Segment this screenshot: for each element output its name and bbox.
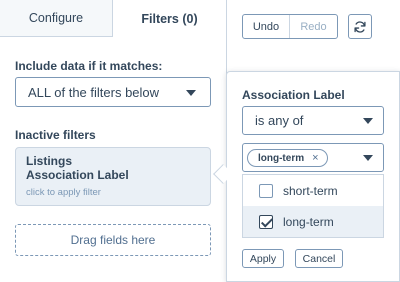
apply-button[interactable]: Apply <box>242 249 284 268</box>
values-select[interactable]: long-term × <box>242 143 384 172</box>
tab-configure[interactable]: Configure <box>0 0 113 37</box>
popover-title: Association Label <box>242 88 345 102</box>
refresh-button[interactable] <box>348 14 372 39</box>
inactive-filter-card[interactable]: Listings Association Label click to appl… <box>15 147 211 206</box>
values-dropdown: short-term long-term <box>242 174 384 238</box>
panel-tabs: Configure Filters (0) <box>0 0 226 37</box>
caret-down-icon <box>363 155 373 161</box>
option-label: short-term <box>283 183 338 198</box>
checkbox-unchecked[interactable] <box>259 183 273 198</box>
caret-down-icon <box>363 118 373 124</box>
filters-panel: Configure Filters (0) Include data if it… <box>0 0 226 282</box>
tab-filters[interactable]: Filters (0) <box>113 0 226 37</box>
option-short-term[interactable]: short-term <box>243 175 383 206</box>
value-chip: long-term × <box>247 149 328 167</box>
option-label: long-term <box>283 214 334 229</box>
operator-select-value: is any of <box>255 113 304 128</box>
filter-card-property: Association Label <box>26 168 129 182</box>
filter-popover: Association Label is any of long-term × … <box>226 71 400 282</box>
drag-fields-dropzone[interactable]: Drag fields here <box>15 224 211 256</box>
redo-button[interactable]: Redo <box>290 15 337 38</box>
refresh-icon <box>354 20 366 33</box>
undo-redo-group: Undo Redo <box>242 14 338 39</box>
filter-card-hint: click to apply filter <box>26 187 101 198</box>
undo-button[interactable]: Undo <box>243 15 291 38</box>
option-long-term[interactable]: long-term <box>243 206 383 237</box>
filter-card-object: Listings <box>26 154 73 168</box>
match-select-value: ALL of the filters below <box>28 84 160 100</box>
include-data-label: Include data if it matches: <box>15 59 163 73</box>
caret-down-icon <box>186 90 196 96</box>
inactive-filters-label: Inactive filters <box>15 128 96 142</box>
remove-chip-icon[interactable]: × <box>312 152 318 164</box>
cancel-button[interactable]: Cancel <box>295 249 343 268</box>
match-select[interactable]: ALL of the filters below <box>15 77 211 107</box>
checkbox-checked[interactable] <box>259 214 273 229</box>
value-chip-label: long-term <box>258 152 305 164</box>
operator-select[interactable]: is any of <box>242 106 384 135</box>
